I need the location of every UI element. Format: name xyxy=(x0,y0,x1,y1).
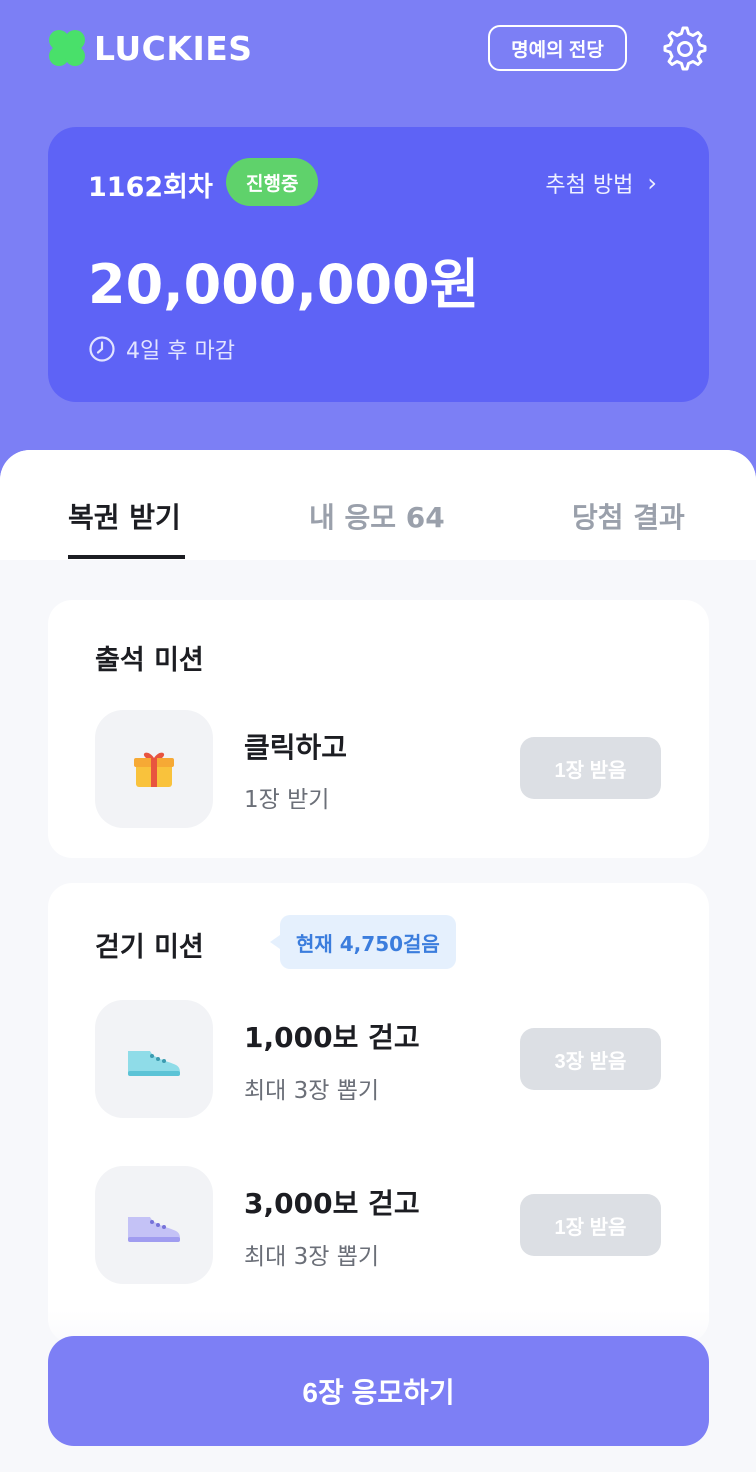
submit-entries-button[interactable]: 6장 응모하기 xyxy=(48,1336,709,1446)
tab-results[interactable]: 당첨 결과 xyxy=(572,496,685,536)
mission-title: 1,000보 걷고 xyxy=(244,1021,420,1054)
shoe-icon xyxy=(128,1217,180,1242)
current-steps-badge: 현재 4,750걸음 xyxy=(270,915,456,969)
mission-subtitle: 최대 3장 뽑기 xyxy=(244,1244,380,1270)
claim-button[interactable]: 1장 받음 xyxy=(520,1194,661,1256)
tab-get-tickets[interactable]: 복권 받기 xyxy=(68,496,181,536)
gear-icon[interactable] xyxy=(662,26,708,72)
mission-subtitle: 최대 3장 뽑기 xyxy=(244,1078,380,1104)
attendance-icon-box xyxy=(95,710,213,828)
walking-mission-title: 걷기 미션 xyxy=(95,932,204,963)
mission-subtitle: 1장 받기 xyxy=(244,787,330,813)
mission-title: 3,000보 걷고 xyxy=(244,1187,420,1220)
clock-icon xyxy=(89,336,115,362)
draw-method-link[interactable]: 추첨 방법 › xyxy=(545,167,657,199)
clover-icon xyxy=(49,30,85,66)
deadline-text: 4일 후 마감 xyxy=(126,339,235,364)
tab-bar: 복권 받기 내 응모 64 당첨 결과 xyxy=(0,450,756,560)
gift-icon xyxy=(134,752,174,787)
deadline: 4일 후 마감 xyxy=(88,333,235,365)
walking-mission-card: 걷기 미션 현재 4,750걸음 1,000보 걷고 최대 3장 뽑기 3장 받… xyxy=(48,883,709,1343)
shoe-icon xyxy=(128,1051,180,1076)
attendance-mission-card: 출석 미션 클릭하고 1장 받기 1장 받음 xyxy=(48,600,709,858)
chevron-right-icon: › xyxy=(647,169,657,197)
claim-button[interactable]: 3장 받음 xyxy=(520,1028,661,1090)
status-badge: 진행중 xyxy=(226,158,319,206)
tab-my-entries[interactable]: 내 응모 64 xyxy=(309,496,445,536)
hall-of-fame-button[interactable]: 명예의 전당 xyxy=(488,25,627,71)
round-number: 1162회차 xyxy=(88,172,213,203)
prize-amount: 20,000,000원 xyxy=(88,253,480,316)
walk-1000-icon-box xyxy=(95,1000,213,1118)
walk-3000-icon-box xyxy=(95,1166,213,1284)
draw-info-card: 1162회차 진행중 추첨 방법 › 20,000,000원 4일 후 마감 xyxy=(48,127,709,402)
attendance-mission-title: 출석 미션 xyxy=(95,645,204,676)
app-logo: LUCKIES xyxy=(46,26,253,70)
logo-text: LUCKIES xyxy=(94,28,253,68)
tab-indicator xyxy=(68,555,185,559)
draw-method-label: 추첨 방법 xyxy=(545,173,634,198)
app-header: LUCKIES 명예의 전당 xyxy=(0,0,756,96)
mission-title: 클릭하고 xyxy=(244,731,348,764)
claim-button[interactable]: 1장 받음 xyxy=(520,737,661,799)
